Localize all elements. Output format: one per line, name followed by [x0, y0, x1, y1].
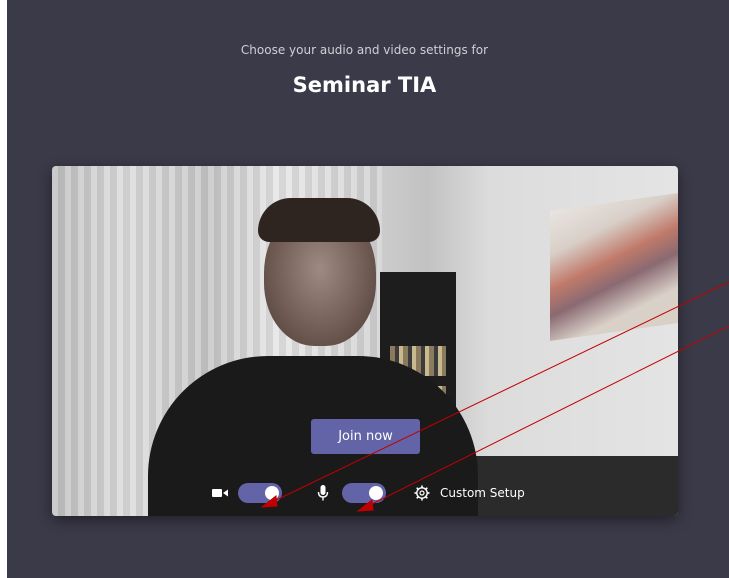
background-painting	[550, 193, 678, 341]
custom-setup-link[interactable]: Custom Setup	[440, 486, 525, 500]
settings-subtitle: Choose your audio and video settings for	[240, 43, 489, 57]
mic-icon[interactable]	[317, 485, 329, 501]
camera-icon[interactable]	[212, 487, 228, 499]
video-preview: Join now Custom Setup	[52, 166, 678, 516]
toggle-knob	[369, 486, 383, 500]
join-now-button[interactable]: Join now	[311, 419, 420, 454]
toggle-knob	[265, 486, 279, 500]
meeting-title: Seminar TIA	[292, 73, 437, 97]
camera-toggle[interactable]	[238, 483, 282, 503]
mic-toggle[interactable]	[342, 483, 386, 503]
gear-icon[interactable]	[414, 485, 430, 501]
person-hair	[258, 198, 380, 242]
media-controls: Custom Setup	[52, 478, 678, 508]
